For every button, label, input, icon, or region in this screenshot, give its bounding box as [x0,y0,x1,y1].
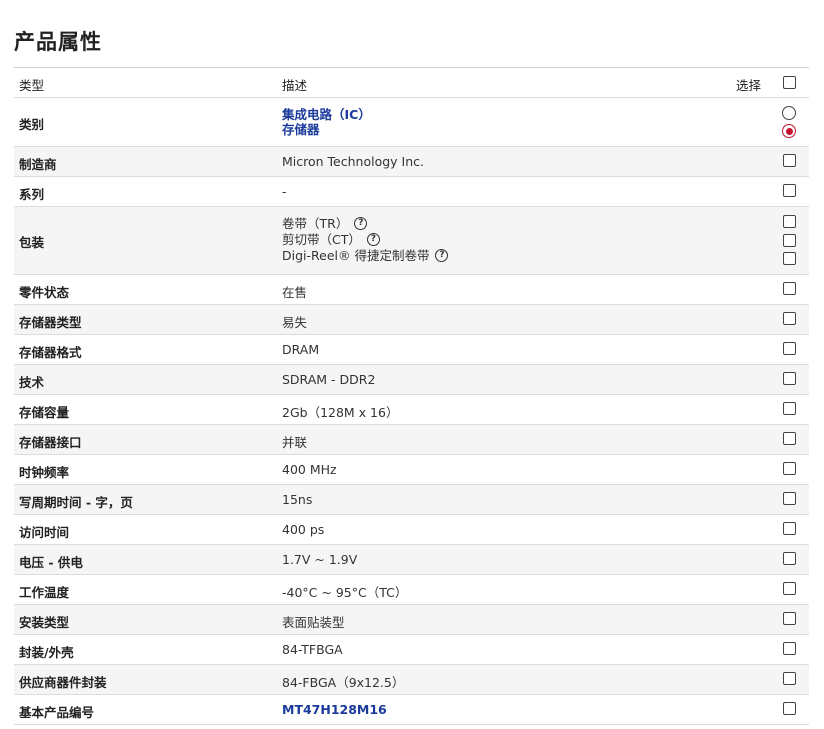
row-checkbox[interactable] [783,342,796,355]
row-label: 访问时间 [19,525,70,540]
row-label: 工作温度 [19,585,70,600]
table-row-series: 系列 - [14,177,809,207]
table-row: 供应商器件封装 84-FBGA（9x12.5） [14,665,809,695]
row-label: 电压 - 供电 [19,555,83,570]
category-values: 集成电路（IC） 存储器 [282,107,371,137]
help-icon[interactable]: ? [366,233,380,246]
row-checkbox[interactable] [783,402,796,415]
table-row-base-product: 基本产品编号 MT47H128M16 [14,695,809,725]
table-row-manufacturer: 制造商 Micron Technology Inc. [14,147,809,177]
row-label: 写周期时间 - 字，页 [19,495,133,510]
header-description: 描述 [282,78,308,93]
row-label: 基本产品编号 [19,705,95,720]
table-row: 存储器格式 DRAM [14,335,809,365]
packaging-checkbox-ct[interactable] [783,234,796,247]
row-checkbox[interactable] [783,612,796,625]
row-checkbox[interactable] [783,642,796,655]
packaging-checkbox-tr[interactable] [783,215,796,228]
header-type: 类型 [19,78,45,93]
category-radio-ic[interactable] [782,106,796,120]
row-label: 技术 [19,375,45,390]
table-row: 安装类型 表面贴装型 [14,605,809,635]
row-checkbox[interactable] [783,492,796,505]
row-value: 易失 [282,315,308,330]
row-label: 系列 [19,187,45,202]
category-link-memory[interactable]: 存储器 [282,122,371,137]
table-row: 访问时间 400 ps [14,515,809,545]
row-label: 安装类型 [19,615,70,630]
row-label: 包装 [19,235,45,250]
row-value: 表面贴装型 [282,615,345,630]
row-value: 84-TFBGA [282,642,343,657]
row-value: - [282,184,287,199]
row-checkbox[interactable] [783,522,796,535]
table-row: 封装/外壳 84-TFBGA [14,635,809,665]
help-icon[interactable]: ? [354,217,368,230]
header-select: 选择 [736,78,762,93]
row-label: 存储器接口 [19,435,82,450]
row-label: 存储器类型 [19,315,82,330]
row-checkbox[interactable] [783,372,796,385]
row-value: 400 MHz [282,462,337,477]
row-label: 类别 [19,117,45,132]
row-label: 存储器格式 [19,345,82,360]
table-row: 存储器接口 并联 [14,425,809,455]
row-checkbox[interactable] [783,184,796,197]
category-radio-memory[interactable] [782,124,796,138]
row-checkbox[interactable] [783,702,796,715]
packaging-option-digireel: Digi-Reel® 得捷定制卷带 [282,248,430,263]
row-checkbox[interactable] [783,432,796,445]
row-label: 存储容量 [19,405,70,420]
table-row: 电压 - 供电 1.7V ~ 1.9V [14,545,809,575]
row-label: 制造商 [19,157,57,172]
row-label: 零件状态 [19,285,70,300]
row-checkbox[interactable] [783,312,796,325]
row-checkbox[interactable] [783,552,796,565]
table-row-packaging: 包装 卷带（TR）? 剪切带（CT）? Digi-Reel® 得捷定制卷带? [14,207,809,275]
row-value: 15ns [282,492,313,507]
table-row: 工作温度 -40°C ~ 95°C（TC） [14,575,809,605]
table-row: 时钟频率 400 MHz [14,455,809,485]
row-value: DRAM [282,342,320,357]
property-rows: 零件状态 在售 存储器类型 易失 存储器格式 DRAM 技术 SDRAM - DDR2 … [14,275,809,695]
packaging-option-tr: 卷带（TR） [282,216,349,231]
row-label: 时钟频率 [19,465,70,480]
attributes-table: 类型 描述 选择 类别 集成电路（IC） 存储器 制造商 Micron Tech… [14,67,809,725]
row-value: 2Gb（128M x 16） [282,405,399,420]
table-row: 存储容量 2Gb（128M x 16） [14,395,809,425]
row-value: 84-FBGA（9x12.5） [282,675,405,690]
row-checkbox[interactable] [783,672,796,685]
row-checkbox[interactable] [783,154,796,167]
row-label: 封装/外壳 [19,645,74,660]
help-icon[interactable]: ? [435,249,449,262]
page-title: 产品属性 [14,30,102,54]
row-value: Micron Technology Inc. [282,154,424,169]
row-value: SDRAM - DDR2 [282,372,376,387]
table-row: 技术 SDRAM - DDR2 [14,365,809,395]
packaging-options: 卷带（TR）? 剪切带（CT）? Digi-Reel® 得捷定制卷带? [282,216,449,264]
row-value: 并联 [282,435,308,450]
row-label: 供应商器件封装 [19,675,107,690]
row-value: 1.7V ~ 1.9V [282,552,358,567]
category-link-ic[interactable]: 集成电路（IC） [282,107,371,122]
row-value: -40°C ~ 95°C（TC） [282,585,408,600]
table-row: 存储器类型 易失 [14,305,809,335]
row-checkbox[interactable] [783,282,796,295]
table-row: 写周期时间 - 字，页 15ns [14,485,809,515]
table-row-category: 类别 集成电路（IC） 存储器 [14,98,809,147]
row-value: 400 ps [282,522,325,537]
row-checkbox[interactable] [783,582,796,595]
table-header: 类型 描述 选择 [14,68,809,98]
table-row: 零件状态 在售 [14,275,809,305]
packaging-checkbox-digireel[interactable] [783,252,796,265]
row-checkbox[interactable] [783,462,796,475]
base-product-link[interactable]: MT47H128M16 [282,702,387,717]
packaging-option-ct: 剪切带（CT） [282,232,361,247]
select-all-checkbox[interactable] [783,76,796,89]
row-value: 在售 [282,285,308,300]
